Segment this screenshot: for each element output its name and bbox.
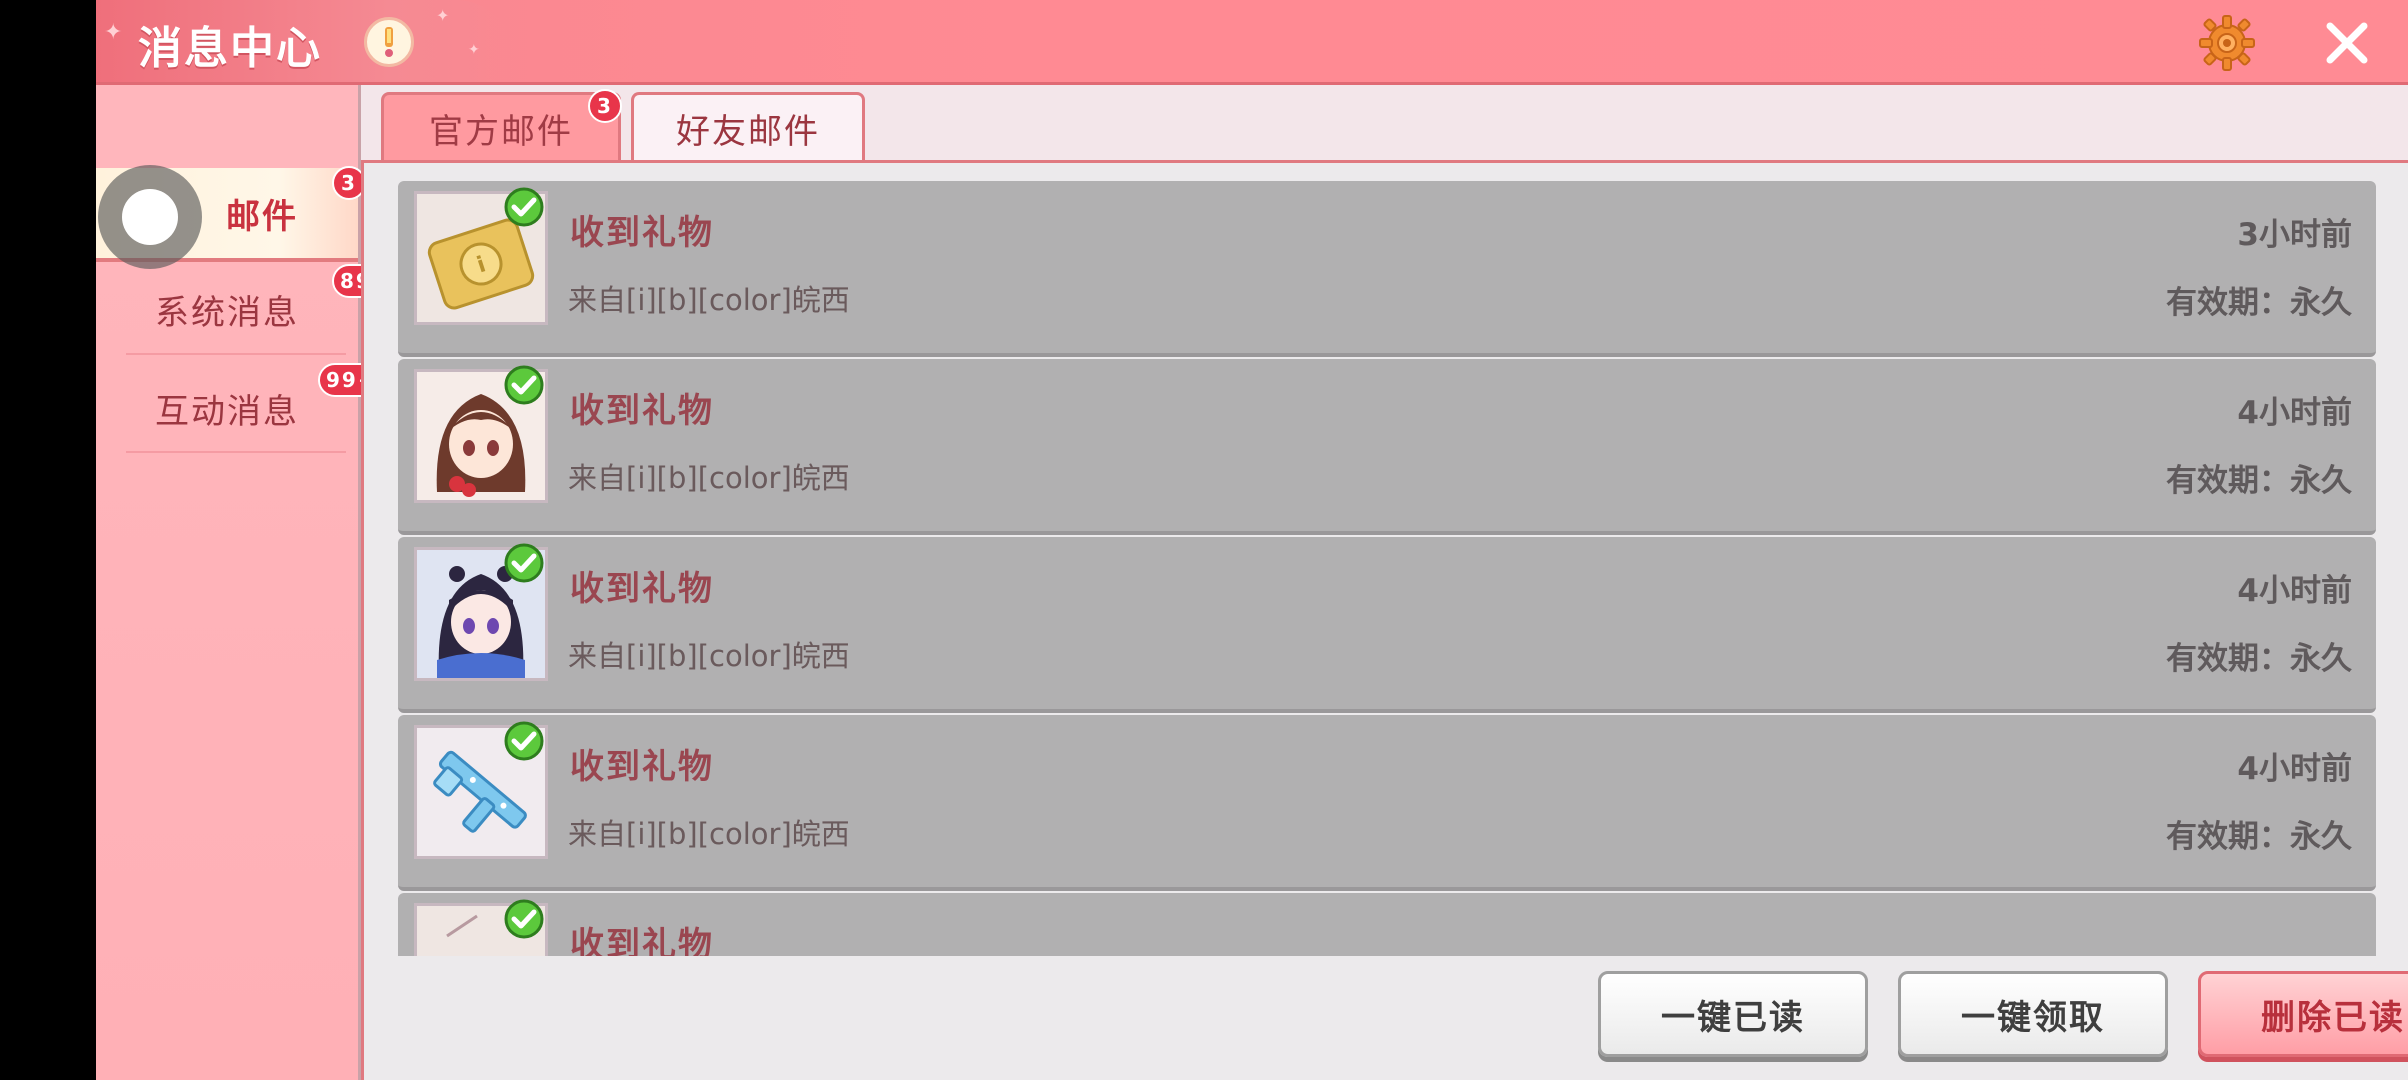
mail-title: 收到礼物 xyxy=(570,391,714,431)
mail-time: 4小时前 xyxy=(2237,751,2352,787)
tab-label: 官方邮件 xyxy=(429,112,573,152)
claimed-check-icon xyxy=(504,187,544,227)
star-decoration-icon: ✦ xyxy=(436,6,450,25)
mail-sender: 来自[i][b][color]皖西 xyxy=(568,283,850,317)
mail-title: 收到礼物 xyxy=(570,213,714,253)
sidebar-item-label: 系统消息 xyxy=(155,292,299,333)
mail-list[interactable]: i 收到礼物 来自[i][b][color]皖西 3小时前 有效期：永久 收到礼… xyxy=(398,181,2380,956)
delete-read-button[interactable]: 删除已读 xyxy=(2198,971,2408,1057)
claimed-check-icon xyxy=(504,365,544,405)
tab-friend-mail[interactable]: 好友邮件 xyxy=(631,92,865,162)
claimed-check-icon xyxy=(504,899,544,939)
title-banner: ✦ ✦ ✦ 消息中心 xyxy=(96,0,516,82)
mail-expiry: 有效期：永久 xyxy=(2166,463,2352,499)
settings-button[interactable] xyxy=(2196,12,2258,74)
mail-item[interactable]: i 收到礼物 来自[i][b][color]皖西 3小时前 有效期：永久 xyxy=(398,181,2376,357)
sidebar-item-label: 邮件 xyxy=(226,196,298,237)
unread-badge: 3 xyxy=(588,89,622,123)
mail-sender: 来自[i][b][color]皖西 xyxy=(568,639,850,673)
mail-time: 3小时前 xyxy=(2237,217,2352,253)
sidebar-item-interaction-messages[interactable]: 互动消息 99+ xyxy=(96,363,385,453)
info-icon xyxy=(385,27,393,57)
mail-expiry: 有效期：永久 xyxy=(2166,819,2352,855)
mail-time: 4小时前 xyxy=(2237,573,2352,609)
touch-indicator xyxy=(98,165,202,269)
claim-all-button[interactable]: 一键领取 xyxy=(1898,971,2168,1057)
close-icon xyxy=(2326,22,2368,64)
divider xyxy=(126,451,346,453)
mail-title: 收到礼物 xyxy=(570,925,714,956)
touch-dot xyxy=(122,189,178,245)
page-title: 消息中心 xyxy=(138,23,322,74)
claimed-check-icon xyxy=(504,543,544,583)
sidebar-item-system-messages[interactable]: 系统消息 89 xyxy=(96,264,380,354)
mail-title: 收到礼物 xyxy=(570,569,714,609)
mail-expiry: 有效期：永久 xyxy=(2166,285,2352,321)
header-bar: ✦ ✦ ✦ 消息中心 xyxy=(96,0,2408,85)
mail-sender: 来自[i][b][color]皖西 xyxy=(568,817,850,851)
gear-icon xyxy=(2199,15,2255,71)
tab-label: 好友邮件 xyxy=(676,112,820,152)
mail-time: 4小时前 xyxy=(2237,395,2352,431)
mark-all-read-button[interactable]: 一键已读 xyxy=(1598,971,1868,1057)
mail-item[interactable]: 收到礼物 xyxy=(398,893,2376,956)
message-center-window: ✦ ✦ ✦ 消息中心 邮件 3 系统消息 89 互动消息 99+ 官方邮件 3 … xyxy=(96,0,2408,1080)
mail-item[interactable]: 收到礼物 来自[i][b][color]皖西 4小时前 有效期：永久 xyxy=(398,537,2376,713)
star-decoration-icon: ✦ xyxy=(468,42,480,58)
star-decoration-icon: ✦ xyxy=(104,20,123,45)
mail-title: 收到礼物 xyxy=(570,747,714,787)
divider xyxy=(126,353,346,355)
claimed-check-icon xyxy=(504,721,544,761)
sidebar-item-label: 互动消息 xyxy=(155,391,299,432)
mail-panel: i 收到礼物 来自[i][b][color]皖西 3小时前 有效期：永久 收到礼… xyxy=(361,160,2408,1080)
mail-sender: 来自[i][b][color]皖西 xyxy=(568,461,850,495)
mail-expiry: 有效期：永久 xyxy=(2166,641,2352,677)
tab-official-mail[interactable]: 官方邮件 3 xyxy=(381,89,622,162)
mail-item[interactable]: 收到礼物 来自[i][b][color]皖西 4小时前 有效期：永久 xyxy=(398,715,2376,891)
close-button[interactable] xyxy=(2318,14,2376,72)
info-button[interactable] xyxy=(364,17,414,67)
mail-item[interactable]: 收到礼物 来自[i][b][color]皖西 4小时前 有效期：永久 xyxy=(398,359,2376,535)
